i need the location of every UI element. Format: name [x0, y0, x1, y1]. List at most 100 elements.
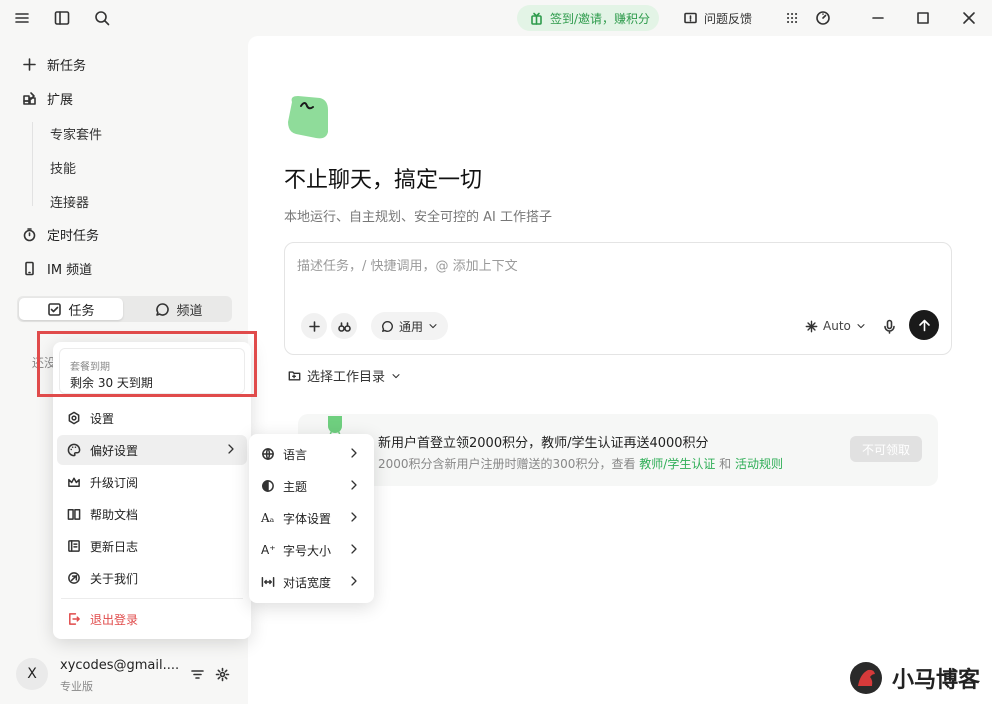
user-email[interactable]: xycodes@gmail....: [60, 658, 179, 673]
promo-subtitle: 2000积分含新用户注册时赠送的300积分，查看 教师/学生认证 和 活动规则: [378, 455, 783, 472]
filter-icon[interactable]: [190, 667, 205, 682]
submenu-item-font[interactable]: Aₐ 字体设置: [253, 503, 370, 533]
promo-title: 新用户首登立领2000积分，教师/学生认证再送4000积分: [378, 436, 709, 451]
chevron-right-icon: [351, 544, 357, 554]
sidebar-item-im-channel[interactable]: IM 频道: [22, 259, 92, 278]
avatar[interactable]: X: [16, 658, 48, 690]
grid-icon[interactable]: [783, 9, 801, 27]
minimize-icon[interactable]: [869, 9, 887, 27]
gift-illustration: [324, 414, 346, 436]
menu-item-label: 更新日志: [90, 539, 139, 554]
menu-item-settings[interactable]: 设置: [57, 403, 247, 433]
submenu-item-language[interactable]: 语言: [253, 439, 370, 469]
chevron-down-icon: [392, 373, 400, 378]
palette-icon: [67, 443, 81, 457]
microphone-icon: [883, 319, 895, 334]
submenu-item-theme[interactable]: 主题: [253, 471, 370, 501]
page-title: 不止聊天，搞定一切: [284, 168, 483, 193]
maximize-icon[interactable]: [914, 9, 932, 27]
add-attachment-button[interactable]: [301, 313, 327, 339]
sidebar-toggle-icon[interactable]: [53, 9, 71, 27]
submenu-item-chat-width[interactable]: 对话宽度: [253, 567, 370, 597]
mode-selector[interactable]: 通用: [371, 312, 449, 340]
menu-divider: [61, 598, 243, 599]
changelog-icon: [68, 540, 80, 552]
menu-item-changelog[interactable]: 更新日志: [57, 531, 247, 561]
microphone-button[interactable]: [876, 313, 902, 339]
binoculars-icon: [337, 321, 351, 332]
folder-icon: [288, 371, 301, 381]
verification-link[interactable]: 教师/学生认证: [639, 457, 715, 471]
menu-item-upgrade[interactable]: 升级订阅: [57, 467, 247, 497]
checkin-invite-button[interactable]: 签到/邀请，赚积分: [517, 5, 659, 31]
model-label: Auto: [823, 319, 851, 333]
gift-icon: [531, 12, 542, 25]
submenu-item-label: 字体设置: [283, 511, 332, 526]
tab-channels-label: 频道: [176, 303, 203, 319]
crown-icon: [68, 477, 80, 487]
checkbox-icon: [48, 302, 62, 316]
menu-icon[interactable]: [13, 9, 31, 27]
promo-and-text: 和: [719, 457, 732, 471]
claim-button[interactable]: 不可领取: [850, 436, 922, 462]
sidebar-item-scheduled-tasks[interactable]: 定时任务: [22, 225, 99, 244]
sidebar-subitem-connectors[interactable]: 连接器: [50, 192, 89, 211]
horse-logo-icon: [850, 662, 882, 694]
tools-button[interactable]: [331, 313, 357, 339]
menu-item-label: 设置: [90, 411, 115, 426]
extension-icon: [23, 92, 36, 105]
menu-item-preferences[interactable]: 偏好设置: [57, 435, 247, 465]
select-workdir-button[interactable]: 选择工作目录: [288, 366, 401, 385]
rules-link[interactable]: 活动规则: [735, 457, 783, 471]
title-bar: 签到/邀请，赚积分 问题反馈: [0, 0, 992, 36]
chevron-down-icon: [429, 324, 437, 329]
menu-item-label: 退出登录: [90, 612, 139, 627]
feedback-button[interactable]: 问题反馈: [683, 10, 752, 27]
sidebar-subitem-skills[interactable]: 技能: [50, 158, 76, 177]
sidebar-item-label: 新任务: [47, 59, 87, 74]
menu-item-label: 偏好设置: [90, 443, 139, 458]
menu-item-help[interactable]: 帮助文档: [57, 499, 247, 529]
task-channel-tabs: 任务 频道: [17, 296, 232, 322]
submenu-item-font-size[interactable]: A⁺ 字号大小: [253, 535, 370, 565]
settings-gear-icon[interactable]: [215, 667, 230, 682]
page-subtitle: 本地运行、自主规划、安全可控的 AI 工作搭子: [284, 210, 552, 225]
settings-icon: [68, 411, 80, 425]
sidebar-item-extensions[interactable]: 扩展: [22, 89, 73, 108]
phone-icon: [25, 261, 34, 276]
send-button[interactable]: [909, 310, 939, 340]
sidebar-item-new-task[interactable]: 新任务: [22, 55, 86, 74]
book-icon: [67, 509, 81, 520]
search-icon[interactable]: [93, 9, 111, 27]
sidebar-item-label: 定时任务: [47, 229, 100, 244]
close-icon[interactable]: [960, 9, 978, 27]
user-plan: 专业版: [60, 680, 93, 693]
highlight-annotation-box: [37, 331, 257, 397]
composer: 通用 Auto: [284, 242, 952, 355]
watermark-text: 小马博客: [892, 668, 981, 693]
tab-tasks-label: 任务: [68, 303, 95, 319]
timer-icon: [23, 228, 36, 242]
menu-item-logout[interactable]: 退出登录: [57, 604, 247, 634]
menu-item-label: 关于我们: [90, 571, 139, 586]
chevron-right-icon: [351, 480, 357, 490]
about-icon: [68, 572, 80, 584]
logout-icon: [69, 613, 80, 625]
menu-item-about[interactable]: 关于我们: [57, 563, 247, 593]
globe-icon: [262, 448, 274, 460]
chat-bubble-icon: [156, 302, 170, 316]
sidebar-subitem-expert-suite[interactable]: 专家套件: [50, 124, 102, 143]
promo-banner: 新用户首登立领2000积分，教师/学生认证再送4000积分 2000积分含新用户…: [298, 414, 938, 486]
sub-items-guide-line: [32, 122, 33, 206]
workdir-label: 选择工作目录: [307, 370, 386, 385]
model-selector[interactable]: Auto: [805, 319, 866, 333]
watermark: 小马博客: [848, 660, 980, 696]
feedback-icon: [684, 12, 697, 24]
task-input[interactable]: [297, 259, 917, 274]
tab-channels[interactable]: 频道: [127, 298, 231, 320]
dashboard-icon[interactable]: [814, 9, 832, 27]
tab-tasks[interactable]: 任务: [19, 298, 123, 320]
plus-icon: [308, 320, 320, 332]
chevron-down-icon: [857, 324, 865, 329]
chat-bubble-icon: [382, 320, 393, 332]
